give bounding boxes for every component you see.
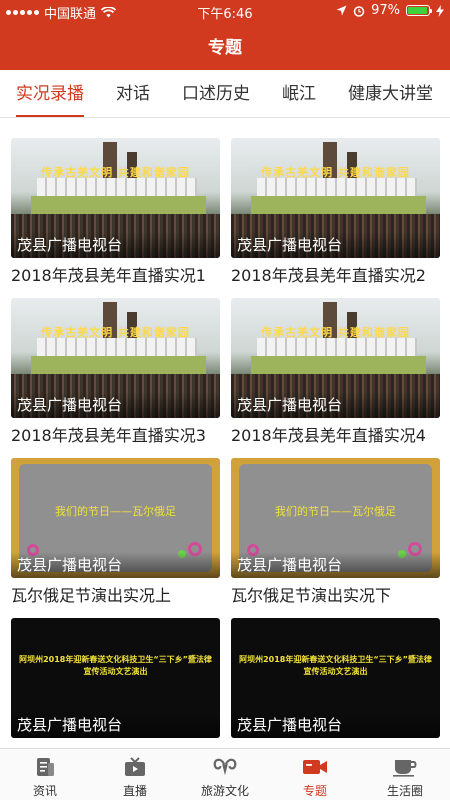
video-card[interactable]: 我们的节日——瓦尔俄足茂县广播电视台 瓦尔俄足节演出实况下 bbox=[231, 450, 440, 610]
thumbnail-source-label: 茂县广播电视台 bbox=[231, 552, 440, 578]
video-title[interactable]: 2018年茂县羌年直播实况4 bbox=[231, 422, 440, 446]
video-grid: 传承古羌文明 共建和谐家园 茂县广播电视台 2018年茂县羌年直播实况1 传承古羌文明… bbox=[0, 130, 450, 750]
nav-label: 旅游文化 bbox=[200, 784, 249, 798]
thumbnail-source-label: 茂县广播电视台 bbox=[11, 392, 220, 418]
stage-shape bbox=[251, 196, 426, 216]
thumbnail-source-label: 茂县广播电视台 bbox=[11, 712, 220, 738]
tab-1[interactable]: 对话 bbox=[100, 70, 166, 117]
thumbnail-banner: 我们的节日——瓦尔俄足 bbox=[275, 505, 396, 518]
status-bar: 中国联通 下午6:46 97% bbox=[0, 0, 450, 22]
video-thumbnail[interactable]: 我们的节日——瓦尔俄足茂县广播电视台 bbox=[11, 458, 220, 578]
tab-0[interactable]: 实况录播 bbox=[0, 70, 100, 117]
bottom-nav: 资讯 直播 旅游文化 专题 生活圈 bbox=[0, 748, 450, 800]
video-card[interactable]: 传承古羌文明 共建和谐家园茂县广播电视台 2018年茂县羌年直播实况3 bbox=[11, 290, 220, 450]
video-thumbnail[interactable]: 传承古羌文明 共建和谐家园茂县广播电视台 bbox=[11, 138, 220, 258]
page-title: 专题 bbox=[208, 38, 242, 58]
video-card[interactable]: 阿坝州2018年迎新春送文化科技卫生“三下乡”暨法律宣传活动文艺演出茂县广播电视… bbox=[231, 610, 440, 750]
thumbnail-source-label: 茂县广播电视台 bbox=[231, 392, 440, 418]
nav-item-1[interactable]: 直播 bbox=[90, 749, 180, 800]
video-card[interactable]: 阿坝州2018年迎新春送文化科技卫生“三下乡”暨法律宣传活动文艺演出茂县广播电视… bbox=[11, 610, 220, 750]
video-thumbnail[interactable]: 传承古羌文明 共建和谐家园茂县广播电视台 bbox=[11, 298, 220, 418]
tab-3[interactable]: 岷江 bbox=[266, 70, 332, 117]
nav-label: 直播 bbox=[122, 784, 147, 798]
video-title[interactable]: 2018年茂县羌年直播实况1 bbox=[11, 262, 220, 286]
nav-item-3[interactable]: 专题 bbox=[270, 749, 360, 800]
stage-shape bbox=[31, 196, 206, 216]
nav-item-2[interactable]: 旅游文化 bbox=[180, 749, 270, 800]
thumbnail-source-label: 茂县广播电视台 bbox=[231, 712, 440, 738]
battery-icon bbox=[406, 5, 432, 16]
nav-item-4[interactable]: 生活圈 bbox=[360, 749, 450, 800]
thumbnail-banner: 传承古羌文明 共建和谐家园 bbox=[261, 166, 410, 179]
video-thumbnail[interactable]: 传承古羌文明 共建和谐家园茂县广播电视台 bbox=[231, 138, 440, 258]
thumbnail-source-label: 茂县广播电视台 bbox=[11, 232, 220, 258]
nav-label: 专题 bbox=[302, 784, 327, 798]
video-title[interactable]: 瓦尔俄足节演出实况上 bbox=[11, 582, 220, 606]
video-card[interactable]: 我们的节日——瓦尔俄足茂县广播电视台 瓦尔俄足节演出实况上 bbox=[11, 450, 220, 610]
thumbnail-banner: 传承古羌文明 共建和谐家园 bbox=[261, 326, 410, 339]
nav-item-0[interactable]: 资讯 bbox=[0, 749, 90, 800]
video-thumbnail[interactable]: 阿坝州2018年迎新春送文化科技卫生“三下乡”暨法律宣传活动文艺演出茂县广播电视… bbox=[11, 618, 220, 738]
nav-label: 资讯 bbox=[32, 784, 57, 798]
category-tabs: 实况录播 对话 口述历史 岷江 健康大讲堂 bbox=[0, 70, 450, 118]
thumbnail-source-label: 茂县广播电视台 bbox=[231, 232, 440, 258]
tv-icon bbox=[122, 755, 148, 779]
thumbnail-banner: 传承古羌文明 共建和谐家园 bbox=[41, 326, 190, 339]
video-camera-icon bbox=[302, 755, 328, 779]
location-arrow-icon bbox=[336, 5, 347, 16]
tab-2[interactable]: 口述历史 bbox=[166, 70, 266, 117]
thumbnail-banner: 阿坝州2018年迎新春送文化科技卫生“三下乡”暨法律宣传活动文艺演出 bbox=[19, 655, 212, 676]
video-card[interactable]: 传承古羌文明 共建和谐家园茂县广播电视台 2018年茂县羌年直播实况1 bbox=[11, 130, 220, 290]
video-thumbnail[interactable]: 阿坝州2018年迎新春送文化科技卫生“三下乡”暨法律宣传活动文艺演出茂县广播电视… bbox=[231, 618, 440, 738]
thumbnail-banner: 阿坝州2018年迎新春送文化科技卫生“三下乡”暨法律宣传活动文艺演出 bbox=[239, 655, 432, 676]
video-title[interactable]: 2018年茂县羌年直播实况3 bbox=[11, 422, 220, 446]
video-thumbnail[interactable]: 传承古羌文明 共建和谐家园茂县广播电视台 bbox=[231, 298, 440, 418]
thumbnail-banner: 传承古羌文明 共建和谐家园 bbox=[41, 166, 190, 179]
stage-shape bbox=[31, 356, 206, 376]
app-header: 中国联通 下午6:46 97% 专题 bbox=[0, 0, 450, 70]
thumbnail-source-label: 茂县广播电视台 bbox=[11, 552, 220, 578]
video-title[interactable]: 2018年茂县羌年直播实况2 bbox=[231, 262, 440, 286]
coffee-cup-icon bbox=[392, 755, 418, 779]
tab-4[interactable]: 健康大讲堂 bbox=[332, 70, 449, 117]
charging-bolt-icon bbox=[436, 4, 444, 17]
nav-label: 生活圈 bbox=[386, 784, 423, 798]
status-right: 97% bbox=[336, 3, 444, 18]
alarm-icon bbox=[353, 5, 365, 17]
news-icon bbox=[32, 755, 58, 779]
video-card[interactable]: 传承古羌文明 共建和谐家园茂县广播电视台 2018年茂县羌年直播实况2 bbox=[231, 130, 440, 290]
thumbnail-banner: 我们的节日——瓦尔俄足 bbox=[55, 505, 176, 518]
video-card[interactable]: 传承古羌文明 共建和谐家园茂县广播电视台 2018年茂县羌年直播实况4 bbox=[231, 290, 440, 450]
video-title[interactable]: 瓦尔俄足节演出实况下 bbox=[231, 582, 440, 606]
video-thumbnail[interactable]: 我们的节日——瓦尔俄足茂县广播电视台 bbox=[231, 458, 440, 578]
stage-shape bbox=[251, 356, 426, 376]
battery-percent: 97% bbox=[371, 3, 400, 18]
ram-horns-icon bbox=[212, 755, 238, 779]
